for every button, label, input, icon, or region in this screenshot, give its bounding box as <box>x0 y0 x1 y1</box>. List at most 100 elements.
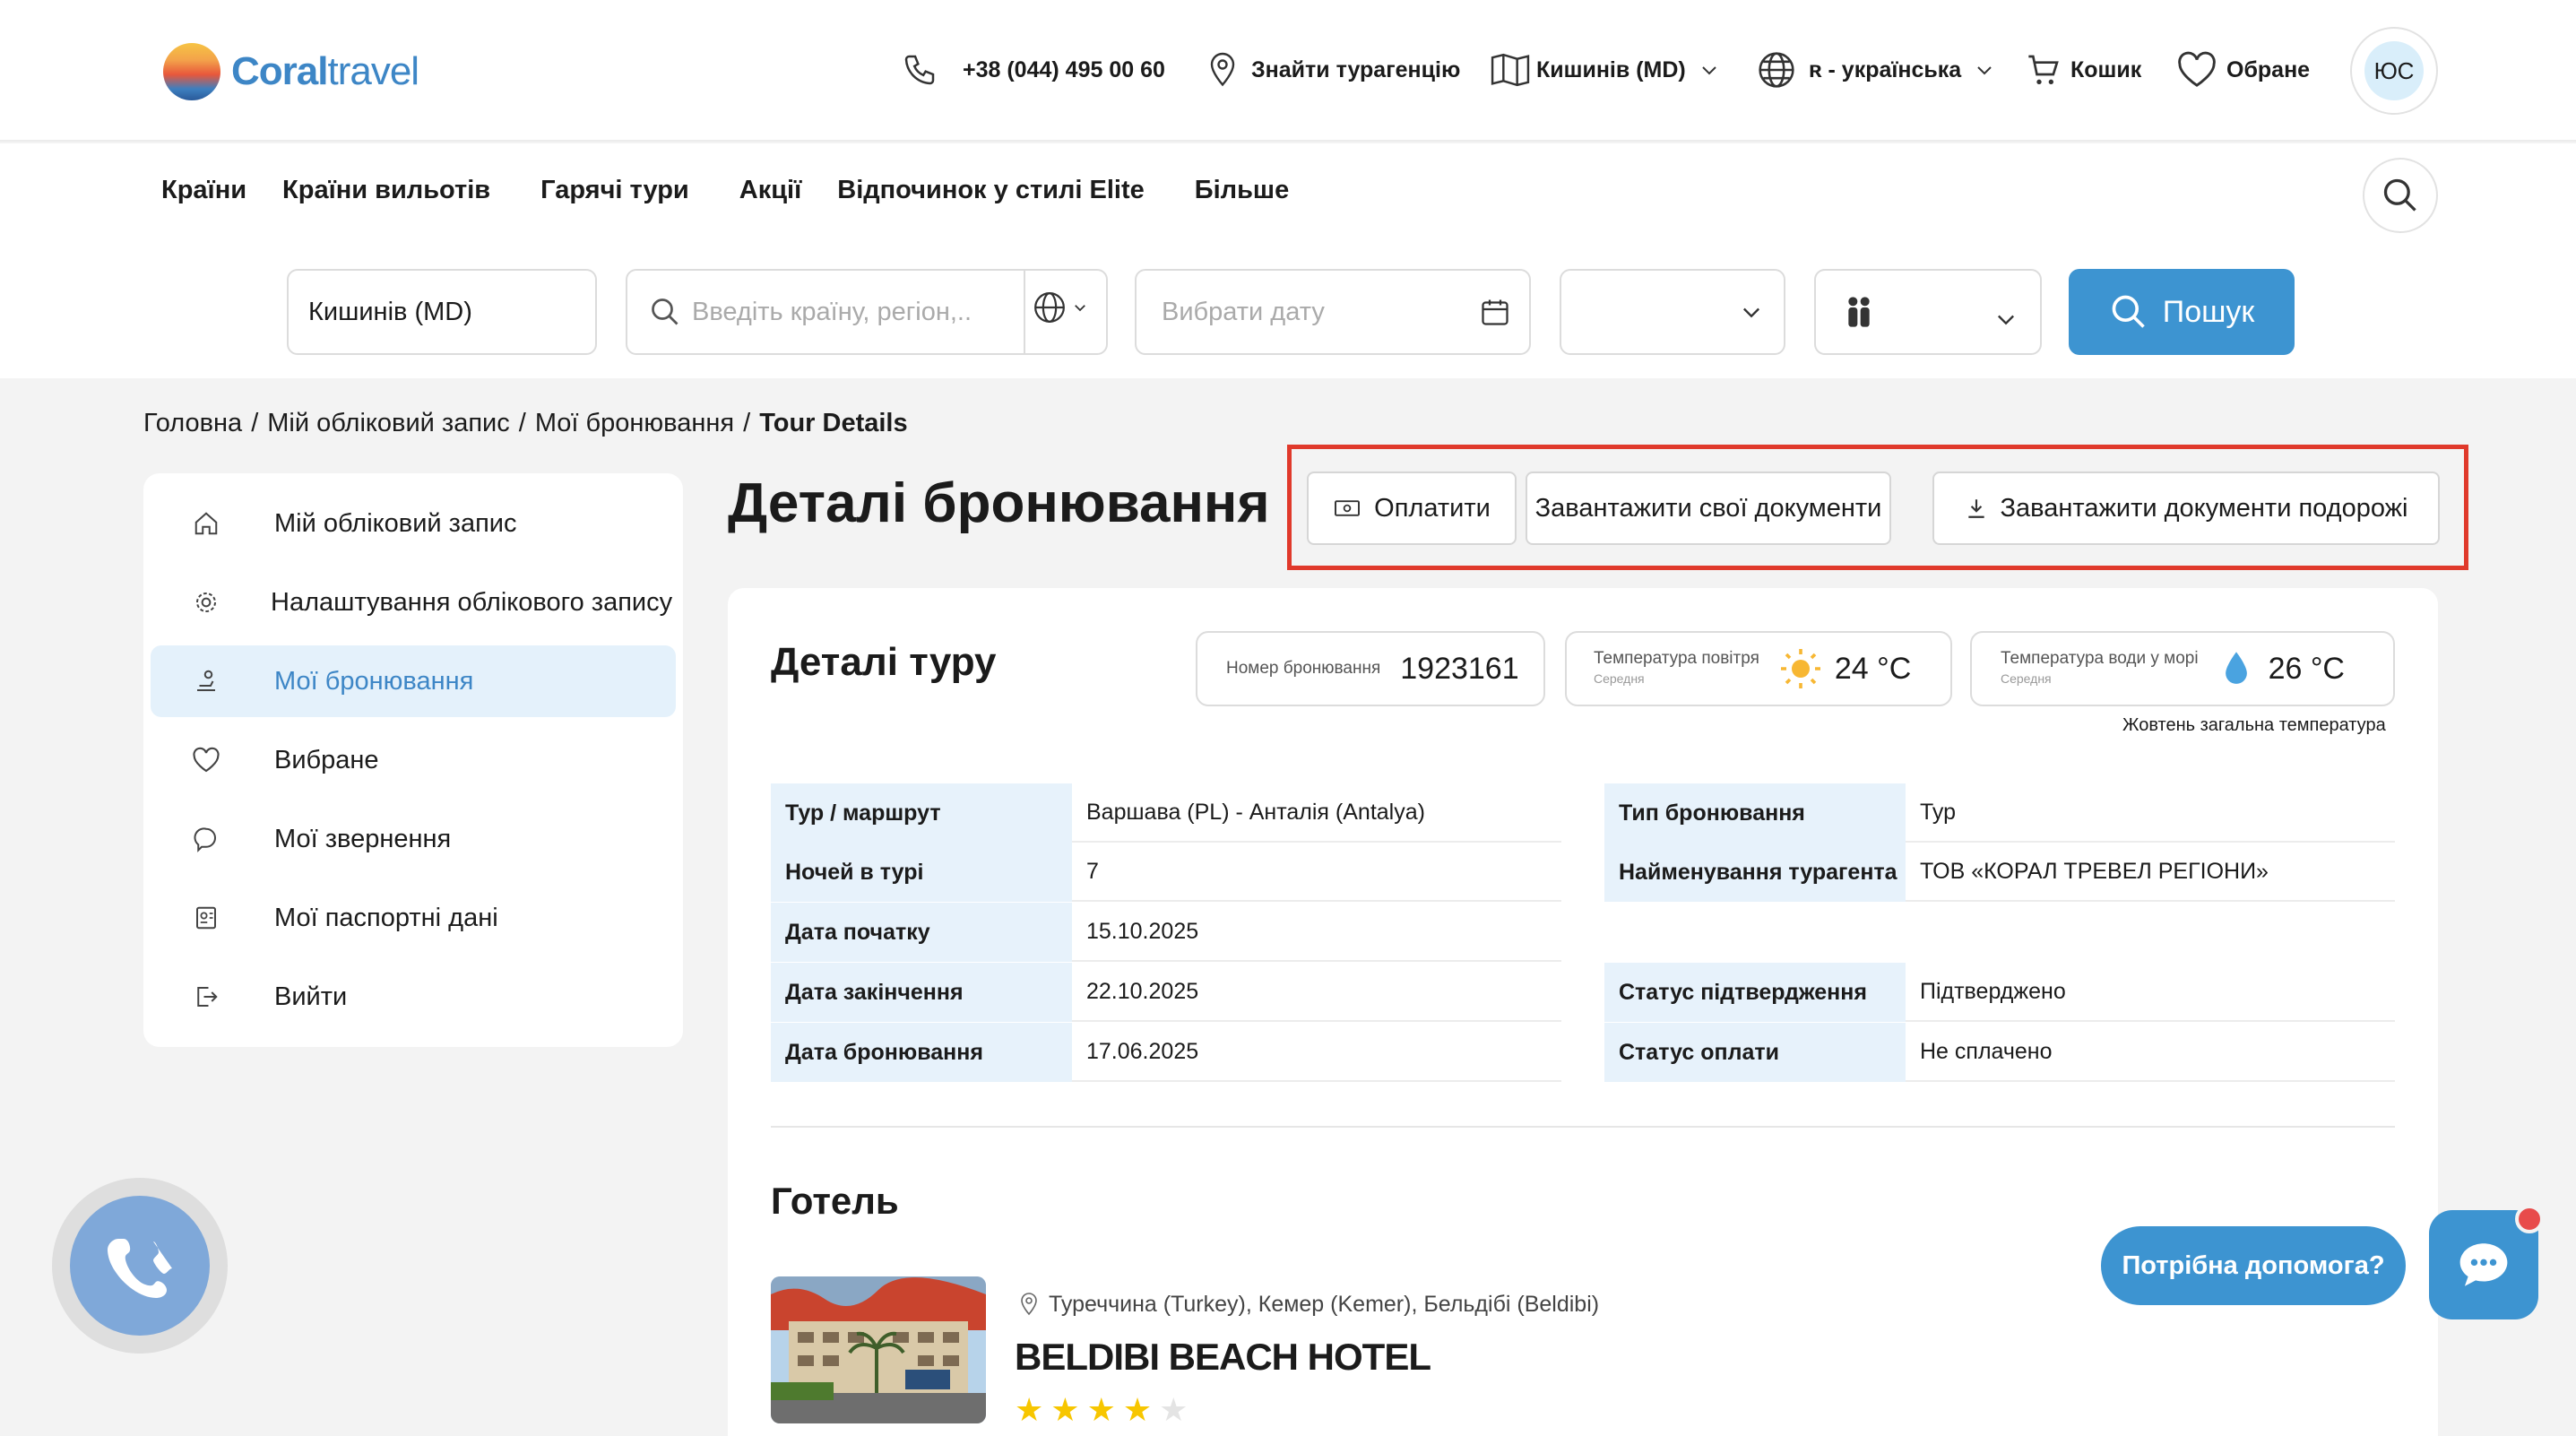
hotel-location: Туреччина (Turkey), Кемер (Kemer), Бельд… <box>1018 1291 1599 1318</box>
sidebar-item-settings[interactable]: Налаштування облікового запису <box>151 567 676 638</box>
breadcrumb: Головна / Мій обліковий запис / Мої брон… <box>143 409 908 438</box>
cart-link[interactable]: Кошик <box>2026 45 2141 95</box>
star-icon: ★ <box>1015 1391 1044 1428</box>
water-drop-icon <box>2225 652 2247 684</box>
map-icon <box>1491 53 1530 87</box>
phone-number: +38 (044) 495 00 60 <box>963 56 1165 82</box>
breadcrumb-separator: / <box>743 409 751 437</box>
phone-icon <box>904 55 935 85</box>
star-icon: ★ <box>1050 1391 1080 1428</box>
air-temperature-label: Температура повітря <box>1594 649 1759 668</box>
menu-item-more[interactable]: Більше <box>1195 176 1289 205</box>
language-selector[interactable]: ʀ - українська <box>1757 45 1995 95</box>
section-divider <box>771 1126 2395 1128</box>
detail-row-end-date: Дата закінчення 22.10.2025 <box>771 963 1561 1022</box>
star-icon: ★ <box>1122 1391 1153 1428</box>
menu-item-elite[interactable]: Відпочинок у стилі Elite <box>837 176 1145 205</box>
call-button[interactable] <box>70 1196 210 1336</box>
sun-icon <box>1780 649 1820 688</box>
globe-icon <box>1034 292 1065 323</box>
cart-icon <box>2028 55 2059 84</box>
date-picker-field[interactable]: Вибрати дату <box>1135 269 1531 355</box>
detail-key: Тур / маршрут <box>771 783 1072 843</box>
departure-city-field[interactable]: Кишинів (MD) <box>287 269 597 355</box>
nights-select[interactable] <box>1560 269 1785 355</box>
global-search-button[interactable] <box>2363 158 2438 233</box>
user-avatar-button[interactable]: ЮС <box>2350 27 2438 115</box>
pay-button-label: Оплатити <box>1374 493 1491 523</box>
tourists-select[interactable] <box>1814 269 2042 355</box>
booking-number-label: Номер бронювання <box>1226 659 1381 678</box>
air-temperature-chip: Температура повітря Середня 24 °C <box>1565 631 1952 706</box>
heart-icon <box>2178 51 2216 87</box>
city-selector[interactable]: Кишинів (MD) <box>1490 45 1720 95</box>
location-pin-icon <box>1021 1293 1037 1316</box>
hotel-name[interactable]: BELDIBI BEACH HOTEL <box>1015 1336 1431 1379</box>
hotel-stars: ★ ★ ★ ★ ★ <box>1015 1391 1188 1429</box>
water-temperature-text: Температура води у морі Середня <box>2001 649 2199 688</box>
logout-icon <box>197 987 218 1007</box>
call-widget[interactable] <box>52 1178 228 1354</box>
menu-item-countries[interactable]: Країни <box>161 176 246 205</box>
logo-icon <box>163 43 220 100</box>
breadcrumb-current: Tour Details <box>759 409 908 437</box>
region-selector[interactable] <box>1033 290 1088 324</box>
cash-icon <box>1335 500 1361 516</box>
destination-placeholder: Введіть країну, регіон,... <box>692 297 970 326</box>
detail-row-payment-status: Статус оплати Не сплачено <box>1604 1023 2395 1082</box>
breadcrumb-account[interactable]: Мій обліковий запис <box>267 409 510 438</box>
menu-item-hot-tours[interactable]: Гарячі тури <box>540 176 689 205</box>
booking-icon <box>197 670 215 691</box>
detail-value: 7 <box>1072 843 1561 902</box>
logo-text-bold: Coral <box>231 49 328 93</box>
gear-icon <box>196 593 216 612</box>
page-title: Деталі бронювання <box>728 472 1270 534</box>
detail-value: Не сплачено <box>1906 1023 2395 1082</box>
water-temperature-sub: Середня <box>2001 671 2052 686</box>
sidebar-item-bookings[interactable]: Мої бронювання <box>151 645 676 717</box>
search-button[interactable]: Пошук <box>2069 269 2295 355</box>
hotel-location-text: Туреччина (Turkey), Кемер (Kemer), Бельд… <box>1049 1291 1600 1317</box>
water-temperature-value: 26 °C <box>2268 651 2345 686</box>
breadcrumb-home[interactable]: Головна <box>143 409 242 438</box>
detail-key: Найменування турагента <box>1604 843 1906 902</box>
favorites-link[interactable]: Обране <box>2176 45 2310 95</box>
globe-icon <box>1759 52 1794 88</box>
water-temperature-label: Температура води у морі <box>2001 649 2199 668</box>
find-agency-label: Знайти турагенцію <box>1251 56 1461 82</box>
chat-icon <box>194 827 217 852</box>
departure-city-value: Кишинів (MD) <box>308 297 472 326</box>
detail-key: Дата бронювання <box>771 1023 1072 1082</box>
sidebar-item-logout[interactable]: Вийти <box>151 961 676 1033</box>
find-agency-link[interactable]: Знайти турагенцію <box>1206 45 1460 95</box>
calendar-icon <box>1482 299 1508 325</box>
sidebar-item-account[interactable]: Мій обліковий запис <box>151 488 676 559</box>
menu-item-promotions[interactable]: Акції <box>739 176 802 205</box>
menu-item-departure-countries[interactable]: Країни вильотів <box>282 176 490 205</box>
phone-icon <box>108 1239 172 1298</box>
pay-button[interactable]: Оплатити <box>1307 471 1517 545</box>
phone-link[interactable]: +38 (044) 495 00 60 <box>902 45 1165 95</box>
temperature-note: Жовтень загальна температура <box>2122 715 2386 735</box>
sidebar-item-favorites[interactable]: Вибране <box>151 724 676 796</box>
main-menu: Країни Країни вильотів Гарячі тури Акції… <box>161 176 1325 205</box>
upload-documents-button[interactable]: Завантажити свої документи <box>1526 471 1891 545</box>
detail-row-booking-date: Дата бронювання 17.06.2025 <box>771 1023 1561 1082</box>
detail-key: Тип бронювання <box>1604 783 1906 843</box>
download-travel-documents-label: Завантажити документи подорожі <box>2000 493 2408 523</box>
download-travel-documents-button[interactable]: Завантажити документи подорожі <box>1932 471 2440 545</box>
help-bubble[interactable]: Потрібна допомога? <box>2101 1226 2406 1305</box>
coral-travel-logo[interactable]: Coraltravel <box>163 39 419 104</box>
detail-value: 15.10.2025 <box>1072 903 1561 962</box>
hotel-photo[interactable] <box>771 1276 986 1423</box>
breadcrumb-separator: / <box>518 409 526 437</box>
sidebar-item-passport[interactable]: Мої паспортні дані <box>151 882 676 954</box>
breadcrumb-bookings[interactable]: Мої бронювання <box>535 409 734 438</box>
sidebar-item-requests[interactable]: Мої звернення <box>151 803 676 875</box>
logo-text-light: travel <box>327 49 419 93</box>
booking-number-chip: Номер бронювання 1923161 <box>1196 631 1545 706</box>
avatar: ЮС <box>2364 41 2424 100</box>
date-placeholder: Вибрати дату <box>1162 297 1325 326</box>
tour-details-title: Деталі туру <box>771 640 997 684</box>
destination-input[interactable]: Введіть країну, регіон,... <box>626 269 1108 355</box>
